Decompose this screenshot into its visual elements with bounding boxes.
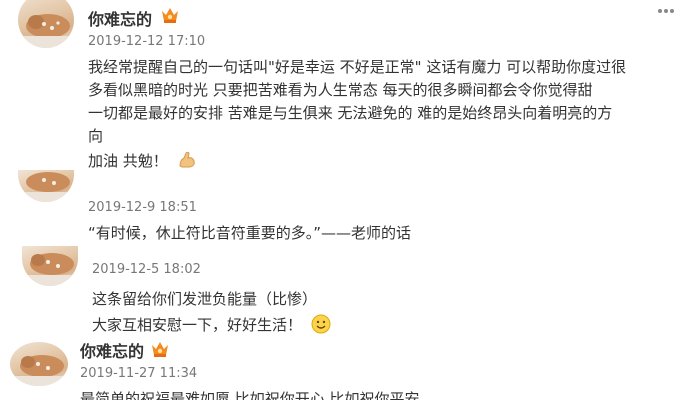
post-text-line: 多看似黑暗的时光 只要把苦难看为人生常态 每天的很多瞬间都会令你觉得甜 bbox=[88, 81, 593, 99]
post-2: 2019-12-9 18:51 “有时候，休止符比音符重要的多。”——老师的话 bbox=[0, 170, 690, 250]
avatar[interactable] bbox=[22, 246, 78, 286]
avatar[interactable] bbox=[10, 342, 68, 386]
username[interactable]: 你难忘的 bbox=[80, 338, 144, 362]
post-1: 你难忘的 2019-12-12 17:10 我经常提醒自己的一句话叫"好是幸运 … bbox=[0, 0, 690, 200]
avatar[interactable] bbox=[18, 170, 74, 202]
smiling-face-icon bbox=[311, 314, 331, 334]
post-text-line: 一切都是最好的安排 苦难是与生俱来 无法避免的 难的是始终昂头向着明亮的方 bbox=[88, 104, 613, 122]
vip-badge-icon bbox=[162, 8, 178, 23]
post-3: 2019-12-5 18:02 这条留给你们发泄负能量（比惨） 大家互相安慰一下… bbox=[0, 246, 690, 342]
post-text-line: 我经常提醒自己的一句话叫"好是幸运 不好是正常" 这话有魔力 可以帮助你度过很 bbox=[88, 58, 627, 76]
flexed-biceps-icon bbox=[179, 151, 195, 168]
post-text-line: 大家互相安慰一下，好好生活！ bbox=[92, 314, 331, 336]
post-text-line: 向 bbox=[88, 127, 104, 145]
post-text-line: 这条留给你们发泄负能量（比惨） bbox=[92, 290, 318, 308]
comment-feed: 你难忘的 2019-12-12 17:10 我经常提醒自己的一句话叫"好是幸运 … bbox=[0, 0, 690, 400]
username[interactable]: 你难忘的 bbox=[88, 6, 152, 30]
timestamp: 2019-12-9 18:51 bbox=[88, 200, 197, 215]
timestamp: 2019-12-12 17:10 bbox=[88, 34, 206, 49]
ellipsis-icon[interactable] bbox=[656, 6, 676, 16]
post-text: 大家互相安慰一下，好好生活！ bbox=[92, 316, 303, 334]
post-text-line: “有时候，休止符比音符重要的多。”——老师的话 bbox=[88, 224, 412, 242]
post-text: 加油 共勉！ bbox=[88, 152, 168, 170]
post-text-line: 加油 共勉！ bbox=[88, 150, 197, 172]
avatar[interactable] bbox=[18, 0, 74, 48]
timestamp: 2019-12-5 18:02 bbox=[92, 262, 201, 277]
timestamp: 2019-11-27 11:34 bbox=[80, 366, 198, 381]
post-4: 你难忘的 2019-11-27 11:34 最简单的祝福最难如愿 比如祝你开心 … bbox=[0, 336, 690, 400]
vip-badge-icon bbox=[152, 342, 168, 357]
post-text-line: 最简单的祝福最难如愿 比如祝你开心 比如祝你平安 bbox=[80, 390, 420, 400]
